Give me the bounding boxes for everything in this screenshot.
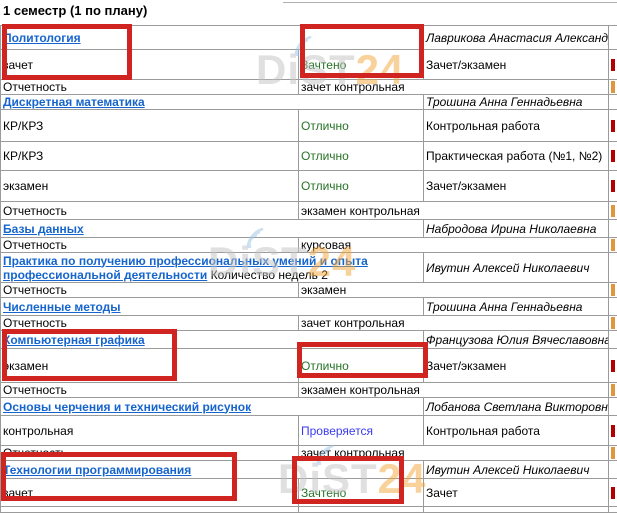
report-value: экзамен контрольная (299, 383, 609, 398)
assessment-form: КР/КРЗ (1, 110, 299, 142)
weeks-note: Количество недель 2 (211, 268, 328, 282)
clipped-red-text (611, 487, 615, 499)
report-value: экзамен (299, 283, 609, 298)
clipped-column-cell (609, 383, 617, 398)
assessment-form: экзамен (1, 171, 299, 202)
grade-value: Отлично (299, 171, 424, 202)
clipped-red-text (611, 120, 615, 132)
clipped-column-cell (609, 202, 617, 220)
teacher-name: Лобанова Светлана Викторовна (424, 398, 609, 416)
clipped-column-cell (609, 298, 617, 316)
teacher-name: Набродова Ирина Николаевна (424, 220, 609, 238)
table-row: Дискретная математика Трошина Анна Генна… (1, 95, 617, 110)
report-value: зачет контрольная (299, 80, 609, 95)
clipped-column-cell (609, 238, 617, 253)
semester-heading: 1 семестр (1 по плану) (3, 3, 147, 18)
teacher-name: Лаврикова Анастасия Александровна (424, 26, 609, 50)
highlight-box-politologiya-subject (2, 24, 132, 80)
highlight-box-politologiya-grade (300, 24, 424, 78)
table-row: Базы данных Набродова Ирина Николаевна (1, 220, 617, 238)
table-row: Основы черчения и технический рисунок Ло… (1, 398, 617, 416)
grade-value: Отлично (299, 110, 424, 142)
teacher-name: Ивутин Алексей Николаевич (424, 253, 609, 283)
clipped-column-cell (609, 95, 617, 110)
grade-status[interactable]: Проверяется (299, 416, 424, 446)
work-type: Практическая работа (№1, №2) (424, 142, 609, 171)
report-value: зачет контрольная (299, 316, 609, 331)
clipped-column-cell (609, 331, 617, 349)
report-label: Отчетность (1, 383, 299, 398)
clipped-orange-text (611, 317, 615, 329)
work-type: Контрольная работа (424, 110, 609, 142)
table-row: КР/КРЗ Отлично Контрольная работа (1, 110, 617, 142)
table-row: Отчетность курсовая (1, 238, 617, 253)
clipped-orange-text (611, 205, 615, 217)
clipped-column-cell (609, 398, 617, 416)
table-row: КР/КРЗ Отлично Практическая работа (№1, … (1, 142, 617, 171)
clipped-column-cell (609, 253, 617, 283)
clipped-column-cell (609, 446, 617, 461)
clipped-red-text (611, 59, 615, 71)
clipped-column-cell (609, 80, 617, 95)
report-label: Отчетность (1, 202, 299, 220)
table-row: контрольная Проверяется Контрольная рабо… (1, 416, 617, 446)
clipped-orange-text (611, 81, 615, 93)
highlight-box-tehnologii-grade (292, 456, 404, 504)
teacher-name: Трошина Анна Геннадьевна (424, 95, 609, 110)
table-row: Практика по получению профессиональных у… (1, 253, 617, 283)
report-label: Отчетность (1, 80, 299, 95)
report-value: экзамен контрольная (299, 202, 609, 220)
clipped-column-cell (609, 461, 617, 479)
subject-link-bazy-dannyh[interactable]: Базы данных (3, 222, 84, 236)
clipped-column-cell (609, 479, 617, 507)
clipped-orange-text (611, 384, 615, 396)
clipped-red-text (611, 150, 615, 162)
table-row: экзамен Отлично Зачет/экзамен (1, 171, 617, 202)
report-label: Отчетность (1, 283, 299, 298)
table-row: Численные методы Трошина Анна Геннадьевн… (1, 298, 617, 316)
grade-value: Отлично (299, 142, 424, 171)
clipped-column-cell (609, 220, 617, 238)
semester-grades-table: Политология Лаврикова Анастасия Александ… (0, 25, 617, 513)
clipped-column-cell (609, 316, 617, 331)
clipped-column-cell (609, 171, 617, 202)
highlight-box-kompyuternaya-grafika-subject (2, 329, 177, 381)
clipped-red-text (611, 180, 615, 192)
assessment-form: КР/КРЗ (1, 142, 299, 171)
table-row: Отчетность экзамен контрольная (1, 202, 617, 220)
teacher-name: Ивутин Алексей Николаевич (424, 461, 609, 479)
work-type: Зачет/экзамен (424, 349, 609, 383)
work-type: Зачет/экзамен (424, 171, 609, 202)
clipped-orange-text (611, 284, 615, 296)
clipped-red-text (611, 360, 615, 372)
teacher-name: Трошина Анна Геннадьевна (424, 298, 609, 316)
clipped-orange-text (611, 447, 615, 459)
assessment-form: контрольная (1, 416, 299, 446)
clipped-column-cell (609, 50, 617, 80)
previous-table-border (283, 2, 617, 3)
table-row-clipped (1, 507, 617, 513)
clipped-column-cell (609, 416, 617, 446)
subject-link-chislennye-metody[interactable]: Численные методы (3, 300, 121, 314)
work-type: Зачет/экзамен (424, 50, 609, 80)
subject-link-diskretnaya-matematika[interactable]: Дискретная математика (3, 95, 145, 109)
clipped-column-cell (609, 142, 617, 171)
work-type: Зачет (424, 479, 609, 507)
highlight-box-kompyuternaya-grafika-grade (297, 342, 428, 378)
clipped-column-cell (609, 110, 617, 142)
clipped-column-cell (609, 283, 617, 298)
clipped-column-cell (609, 26, 617, 50)
table-row: Отчетность экзамен (1, 283, 617, 298)
report-label: Отчетность (1, 238, 299, 253)
report-value: курсовая (299, 238, 609, 253)
work-type: Контрольная работа (424, 416, 609, 446)
teacher-name: Французова Юлия Вячеславовна (424, 331, 609, 349)
clipped-red-text (611, 425, 615, 437)
clipped-column-cell (609, 349, 617, 383)
table-row: Отчетность экзамен контрольная (1, 383, 617, 398)
clipped-orange-text (611, 239, 615, 251)
table-row: Отчетность зачет контрольная (1, 80, 617, 95)
highlight-box-tehnologii-subject (1, 452, 237, 501)
subject-link-osnovy-chercheniya[interactable]: Основы черчения и технический рисунок (3, 400, 251, 414)
